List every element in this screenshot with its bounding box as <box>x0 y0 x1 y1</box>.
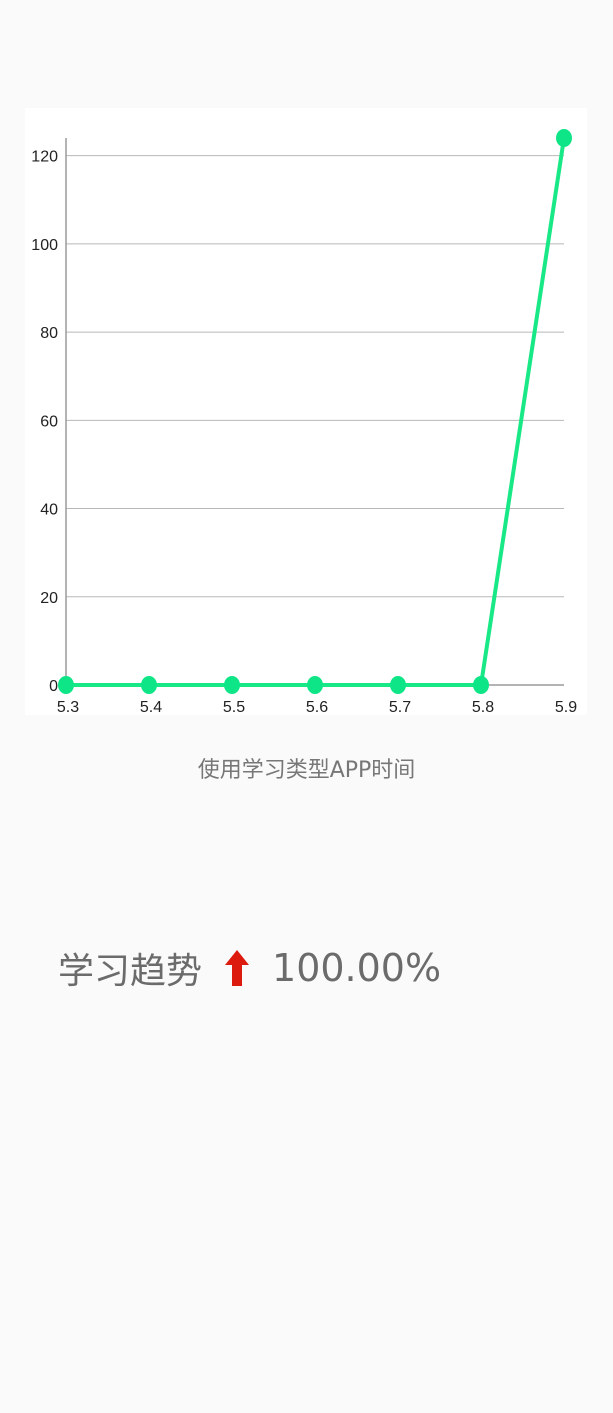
data-point <box>58 676 74 694</box>
y-tick-label: 0 <box>49 678 58 695</box>
y-tick-label: 80 <box>40 325 58 342</box>
trend-summary: 学习趋势 100.00% <box>58 940 441 996</box>
x-tick-label: 5.6 <box>306 699 328 715</box>
x-tick-label: 5.5 <box>223 699 245 715</box>
trend-value: 100.00% <box>272 946 442 990</box>
x-tick-label: 5.9 <box>555 699 577 715</box>
y-tick-label: 40 <box>40 502 58 519</box>
data-point <box>141 676 157 694</box>
x-tick-label: 5.8 <box>472 699 494 715</box>
y-tick-label: 120 <box>31 149 58 166</box>
y-tick-label: 20 <box>40 590 58 607</box>
y-tick-label: 60 <box>40 413 58 430</box>
x-tick-label: 5.3 <box>57 699 79 715</box>
data-point <box>473 676 489 694</box>
line-chart: 0 20 40 60 80 100 120 5.3 5.4 5.5 5.6 5.7 5.8 5.9 <box>31 129 577 715</box>
data-point <box>390 676 406 694</box>
up-arrow-icon <box>225 950 250 986</box>
x-tick-label: 5.7 <box>389 699 411 715</box>
chart-caption: 使用学习类型APP时间 <box>197 758 416 783</box>
chart-card: 0 20 40 60 80 100 120 5.3 5.4 5.5 5.6 5.7 5.8 5.9 <box>25 108 587 715</box>
y-tick-label: 100 <box>31 237 58 254</box>
x-tick-label: 5.4 <box>140 699 162 715</box>
data-point <box>556 129 572 147</box>
trend-label: 学习趋势 <box>58 951 203 992</box>
series-line <box>66 137 566 687</box>
data-point <box>224 676 240 694</box>
data-point <box>307 676 323 694</box>
